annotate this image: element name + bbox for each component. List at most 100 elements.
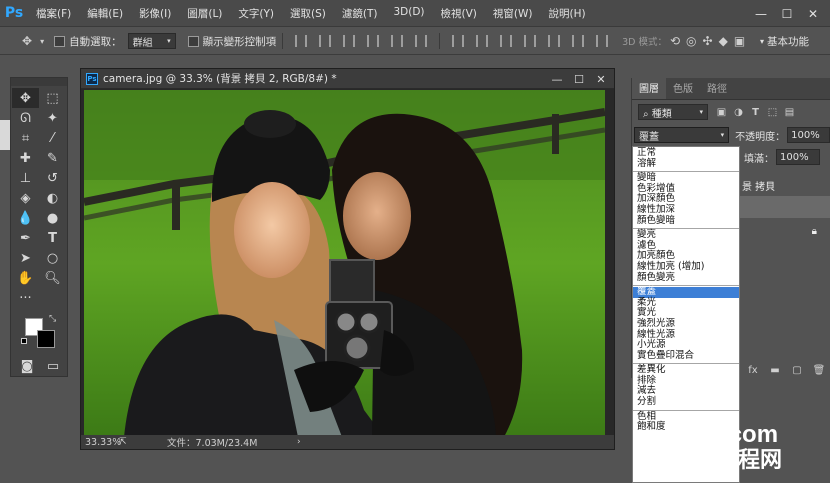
align-vcenter-icon[interactable] xyxy=(319,35,332,47)
align-hcenter-icon[interactable] xyxy=(391,35,404,47)
dodge-tool-icon[interactable]: ● xyxy=(39,208,66,228)
trash-icon[interactable]: 🗑︎ xyxy=(808,365,830,376)
menu-item[interactable]: 圖層(L) xyxy=(179,6,230,21)
hand-tool-icon[interactable]: ✋ xyxy=(12,268,39,288)
doc-maximize-icon[interactable]: ☐ xyxy=(568,69,590,89)
menu-item[interactable]: 說明(H) xyxy=(541,6,594,21)
more-tools-icon[interactable]: ··· xyxy=(12,288,39,308)
layer-row-selected[interactable] xyxy=(738,196,830,218)
menu-item[interactable]: 濾鏡(T) xyxy=(334,6,386,21)
default-colors-icon[interactable] xyxy=(21,338,27,344)
3d-pan-icon[interactable]: ✣ xyxy=(703,34,713,48)
zoom-level[interactable]: 33.33% xyxy=(81,437,121,448)
blend-mode-option[interactable]: 正常 xyxy=(633,147,739,159)
tab-layers[interactable]: 圖層 xyxy=(632,76,666,99)
new-layer-icon[interactable]: ▢ xyxy=(786,365,808,376)
filter-smart-object-icon[interactable]: ▤ xyxy=(784,107,795,118)
menu-item[interactable]: 檢視(V) xyxy=(433,6,485,21)
align-top-icon[interactable] xyxy=(295,35,308,47)
brush-tool-icon[interactable]: ✎ xyxy=(39,148,66,168)
history-brush-tool-icon[interactable]: ↺ xyxy=(39,168,66,188)
doc-close-icon[interactable]: ✕ xyxy=(590,69,612,89)
blend-mode-option[interactable]: 線性加亮 (增加) xyxy=(633,261,739,273)
3d-roll-icon[interactable]: ◎ xyxy=(686,34,696,48)
menu-item[interactable]: 視窗(W) xyxy=(485,6,541,21)
fill-input[interactable]: 100% xyxy=(776,149,820,165)
blur-tool-icon[interactable]: 💧 xyxy=(12,208,39,228)
layer-row[interactable]: 🔒︎ xyxy=(738,220,830,242)
type-tool-icon[interactable]: T xyxy=(39,228,66,248)
clone-stamp-tool-icon[interactable]: ⊥ xyxy=(12,168,39,188)
align-bottom-icon[interactable] xyxy=(343,35,356,47)
layer-row[interactable]: 景 拷貝 xyxy=(738,174,830,196)
paint-bucket-tool-icon[interactable]: ◐ xyxy=(39,188,66,208)
blend-mode-option[interactable]: 顏色變暗 xyxy=(633,215,739,227)
tab-paths[interactable]: 路徑 xyxy=(700,76,734,99)
chevron-right-icon[interactable]: › xyxy=(297,437,301,447)
tools-panel-header[interactable] xyxy=(11,78,67,86)
quick-mask-icon[interactable]: ◙ xyxy=(15,358,39,374)
maximize-icon[interactable]: ☐ xyxy=(774,0,800,27)
fx-icon[interactable]: fx xyxy=(742,365,764,376)
3d-slide-icon[interactable]: ◆ xyxy=(719,34,728,48)
layer-kind-filter[interactable]: ⌕ 種類 ▾ xyxy=(638,104,708,120)
lasso-tool-icon[interactable]: ᘏ xyxy=(12,108,39,128)
distribute-top-icon[interactable] xyxy=(452,35,465,47)
blend-mode-option[interactable]: 實色疊印混合 xyxy=(633,350,739,362)
blend-mode-option[interactable]: 溶解 xyxy=(633,158,739,170)
zoom-tool-icon[interactable]: 🔍︎ xyxy=(39,268,66,288)
align-right-icon[interactable] xyxy=(415,35,428,47)
doc-minimize-icon[interactable]: — xyxy=(546,69,568,89)
menu-item[interactable]: 影像(I) xyxy=(131,6,179,21)
menu-item[interactable]: 選取(S) xyxy=(282,6,334,21)
path-selection-tool-icon[interactable]: ➤ xyxy=(12,248,39,268)
distribute-left-icon[interactable] xyxy=(524,35,537,47)
move-tool-icon[interactable]: ✥ xyxy=(12,88,39,108)
ellipse-tool-icon[interactable]: ○ xyxy=(39,248,66,268)
healing-brush-tool-icon[interactable]: ✚ xyxy=(12,148,39,168)
align-left-icon[interactable] xyxy=(367,35,380,47)
distribute-vcenter-icon[interactable] xyxy=(476,35,489,47)
image-canvas[interactable] xyxy=(84,90,605,437)
workspace-switcher[interactable]: ▾ 基本功能 xyxy=(760,28,830,55)
auto-select-dropdown[interactable]: 群組 ▾ xyxy=(127,33,176,49)
filter-adjustment-icon[interactable]: ◑ xyxy=(733,107,744,118)
filter-type-icon[interactable]: T xyxy=(750,107,761,118)
export-icon[interactable]: ⇱ xyxy=(119,437,137,447)
3d-scale-icon[interactable]: ▣ xyxy=(734,34,745,48)
auto-select-checkbox[interactable] xyxy=(54,35,66,47)
swap-colors-icon[interactable]: ⤡ xyxy=(49,314,56,324)
3d-rotate-icon[interactable]: ⟲ xyxy=(670,34,680,48)
distribute-hcenter-icon[interactable] xyxy=(548,35,561,47)
distribute-right-icon[interactable] xyxy=(572,35,585,47)
marquee-tool-icon[interactable]: ⬚ xyxy=(39,88,66,108)
screen-mode-icon[interactable]: ▭ xyxy=(41,358,65,374)
blend-mode-option[interactable]: 線性加深 xyxy=(633,204,739,216)
background-color-swatch[interactable] xyxy=(37,330,55,348)
blend-mode-option[interactable]: 分割 xyxy=(633,396,739,408)
distribute-bottom-icon[interactable] xyxy=(500,35,513,47)
blend-mode-option[interactable]: 顏色變亮 xyxy=(633,272,739,284)
auto-align-icon[interactable] xyxy=(596,35,609,47)
new-group-icon[interactable]: ▬ xyxy=(764,365,786,376)
menu-item[interactable]: 檔案(F) xyxy=(28,6,79,21)
opacity-input[interactable]: 100% xyxy=(787,127,830,143)
eyedropper-tool-icon[interactable]: ⁄ xyxy=(39,128,66,148)
chevron-down-icon[interactable]: ▾ xyxy=(40,37,44,46)
close-icon[interactable]: ✕ xyxy=(800,0,826,27)
pen-tool-icon[interactable]: ✒ xyxy=(12,228,39,248)
filter-pixel-icon[interactable]: ▣ xyxy=(716,107,727,118)
eraser-tool-icon[interactable]: ◈ xyxy=(12,188,39,208)
document-titlebar[interactable]: Ps camera.jpg @ 33.3% (背景 拷貝 2, RGB/8#) … xyxy=(81,69,614,89)
show-transform-checkbox[interactable] xyxy=(187,35,199,47)
tab-channels[interactable]: 色版 xyxy=(666,76,700,99)
menu-item[interactable]: 3D(D) xyxy=(385,6,432,21)
menu-item[interactable]: 文字(Y) xyxy=(230,6,282,21)
magic-wand-tool-icon[interactable]: ✦ xyxy=(39,108,66,128)
filter-shape-icon[interactable]: ⬚ xyxy=(767,107,778,118)
crop-tool-icon[interactable]: ⌗ xyxy=(12,128,39,148)
move-tool-icon[interactable]: ✥ xyxy=(22,34,32,48)
blend-mode-option[interactable]: 強烈光源 xyxy=(633,318,739,330)
blend-mode-dropdown[interactable]: 覆蓋 ▾ xyxy=(634,127,730,143)
menu-item[interactable]: 編輯(E) xyxy=(79,6,131,21)
